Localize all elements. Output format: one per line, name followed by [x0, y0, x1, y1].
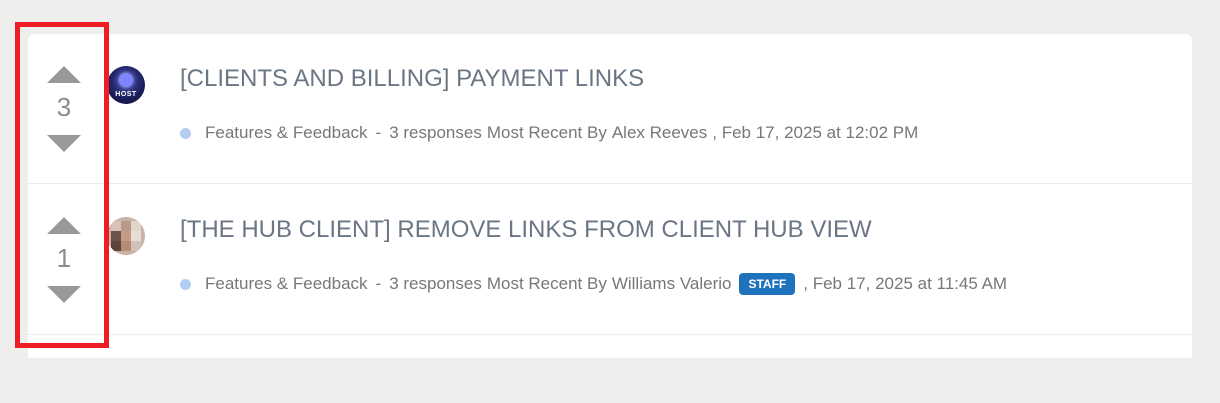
discussion-meta: Features & Feedback - 3 responses Most R…: [180, 122, 918, 144]
vote-column-highlight: [15, 22, 109, 348]
discussion-title-link[interactable]: [THE HUB CLIENT] REMOVE LINKS FROM CLIEN…: [180, 215, 872, 245]
discussion-item: 3 HOST [CLIENTS AND BILLING] PAYMENT LIN…: [28, 34, 1192, 184]
author-link[interactable]: Williams Valerio: [612, 273, 732, 295]
response-count: 3 responses: [389, 274, 482, 293]
avatar-logo-text: HOST: [115, 91, 137, 98]
last-activity-timestamp: , Feb 17, 2025 at 12:02 PM: [712, 123, 919, 142]
category-dot-icon: [180, 278, 191, 290]
last-activity-timestamp: , Feb 17, 2025 at 11:45 AM: [803, 274, 1008, 293]
meta-separator: -: [375, 274, 382, 293]
avatar[interactable]: [107, 217, 145, 255]
staff-badge: STAFF: [739, 273, 796, 295]
discussion-list: 3 HOST [CLIENTS AND BILLING] PAYMENT LIN…: [28, 34, 1192, 358]
category-link[interactable]: Features & Feedback: [205, 273, 368, 295]
recent-prefix: Most Recent By: [486, 123, 607, 142]
response-count: 3 responses: [389, 123, 482, 142]
discussion-title-link[interactable]: [CLIENTS AND BILLING] PAYMENT LINKS: [180, 64, 644, 94]
discussion-item: 1 [THE HUB CLIENT] REMOVE LINKS FROM CLI…: [28, 185, 1192, 335]
author-link[interactable]: Alex Reeves: [612, 122, 707, 144]
meta-separator: -: [375, 123, 382, 142]
category-link[interactable]: Features & Feedback: [205, 122, 368, 144]
host-logo-icon: [119, 73, 133, 87]
discussion-meta: Features & Feedback - 3 responses Most R…: [180, 273, 1007, 295]
avatar[interactable]: HOST: [107, 66, 145, 104]
recent-prefix: Most Recent By: [486, 274, 607, 293]
category-dot-icon: [180, 127, 191, 139]
